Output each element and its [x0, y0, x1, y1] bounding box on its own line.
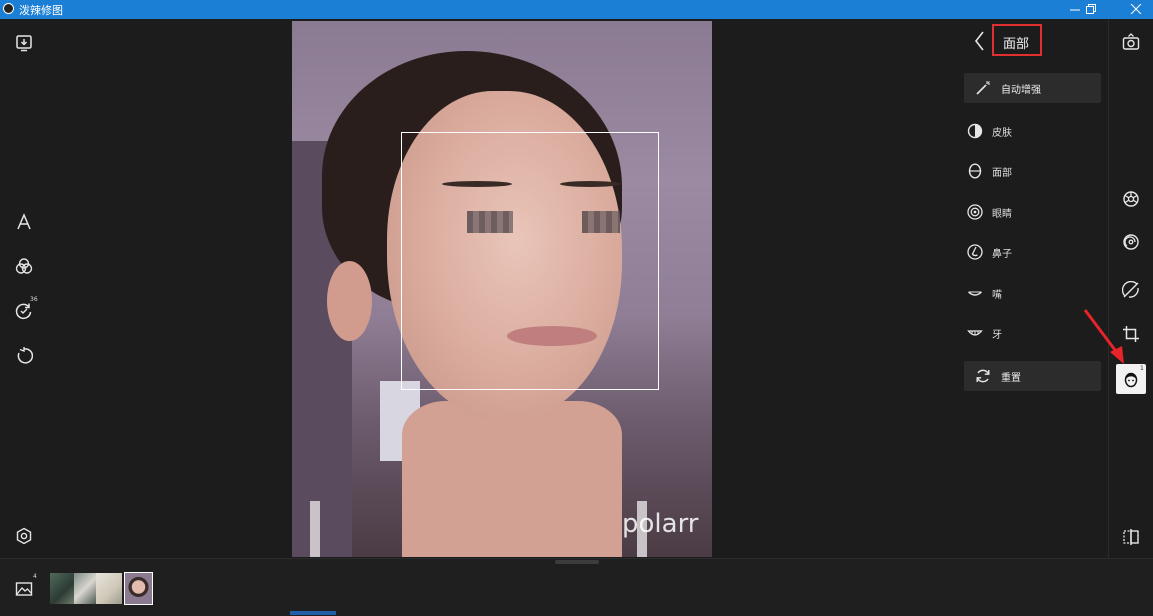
photo-canvas[interactable]: polarr	[292, 21, 712, 557]
refresh-icon	[976, 369, 990, 383]
aperture-icon	[1123, 191, 1139, 207]
overlapping-circles-icon	[15, 258, 33, 274]
menu-item-label: 皮肤	[992, 127, 1012, 139]
menu-item-eyes[interactable]: 眼睛	[964, 197, 1101, 227]
reset-label: 重置	[1001, 372, 1021, 384]
adjust-tool-button[interactable]	[1118, 277, 1144, 303]
lens-tool-button[interactable]	[1118, 186, 1144, 212]
slash-adjust-icon	[1122, 281, 1139, 298]
filmstrip-bar	[0, 558, 1153, 616]
panel-title: 面部	[1003, 37, 1030, 52]
app-logo-icon	[3, 3, 14, 14]
thumbnail-2[interactable]	[74, 573, 96, 604]
auto-enhance-button[interactable]: 自动增强	[964, 73, 1101, 103]
photo-neck	[402, 401, 622, 557]
face-outline-icon	[968, 163, 982, 179]
face-detection-box[interactable]	[401, 132, 659, 390]
restore-button[interactable]	[1074, 0, 1108, 19]
auto-enhance-label: 自动增强	[1001, 84, 1041, 96]
hexagon-settings-icon	[16, 527, 32, 545]
half-circle-icon	[967, 123, 983, 139]
face-count-badge: 1	[1140, 365, 1144, 372]
thumbnail-3[interactable]	[96, 573, 122, 604]
history-icon	[15, 303, 32, 320]
filters-button[interactable]	[11, 253, 37, 279]
menu-item-skin[interactable]: 皮肤	[964, 116, 1101, 146]
history-count-badge: 36	[30, 296, 38, 303]
split-compare-icon	[1123, 529, 1139, 545]
magic-wand-icon	[976, 81, 990, 95]
settings-button[interactable]	[11, 523, 37, 549]
text-tool-button[interactable]	[11, 209, 37, 235]
photo-ear	[327, 261, 372, 341]
camera-export-icon	[1122, 33, 1140, 50]
eye-icon	[967, 204, 983, 220]
menu-item-face[interactable]: 面部	[964, 156, 1101, 186]
title-bar: 泼辣修图	[0, 0, 1153, 19]
reset-rotate-button[interactable]	[11, 343, 37, 369]
photo-strap-left	[310, 501, 320, 557]
import-icon	[16, 35, 32, 52]
restore-icon	[1086, 4, 1096, 14]
watermark-text: polarr	[622, 509, 699, 539]
spiral-circle-icon	[1123, 234, 1139, 250]
export-button[interactable]	[1118, 29, 1144, 55]
thumbnail-4-selected[interactable]	[124, 572, 153, 605]
face-portrait-icon	[1124, 372, 1138, 388]
window-title: 泼辣修图	[19, 4, 63, 17]
left-toolbar	[0, 19, 48, 558]
nose-icon	[967, 244, 983, 260]
menu-item-mouth[interactable]: 嘴	[964, 278, 1101, 308]
thumbnail-1[interactable]	[50, 573, 74, 604]
undo-circle-icon	[17, 347, 33, 364]
close-button[interactable]	[1119, 0, 1153, 19]
menu-item-label: 眼睛	[992, 208, 1012, 220]
color-tool-button[interactable]	[1118, 229, 1144, 255]
album-count-badge: 4	[33, 573, 37, 580]
annotation-arrow-icon	[1083, 309, 1124, 364]
filmstrip-drag-handle[interactable]	[555, 560, 599, 564]
menu-item-label: 牙	[992, 329, 1002, 341]
close-icon	[1130, 4, 1142, 14]
text-a-icon	[17, 213, 31, 230]
menu-item-label: 嘴	[992, 289, 1002, 301]
menu-item-label: 面部	[992, 167, 1012, 179]
chevron-left-icon	[974, 31, 984, 51]
back-button[interactable]	[972, 30, 988, 52]
image-gallery-icon	[15, 582, 33, 596]
import-button[interactable]	[11, 30, 37, 56]
teeth-icon	[967, 330, 983, 336]
compare-button[interactable]	[1118, 524, 1144, 550]
mouth-icon	[968, 291, 982, 296]
menu-item-label: 鼻子	[992, 248, 1012, 260]
filmstrip-scrollbar[interactable]	[290, 611, 336, 615]
menu-item-nose[interactable]: 鼻子	[964, 237, 1101, 267]
